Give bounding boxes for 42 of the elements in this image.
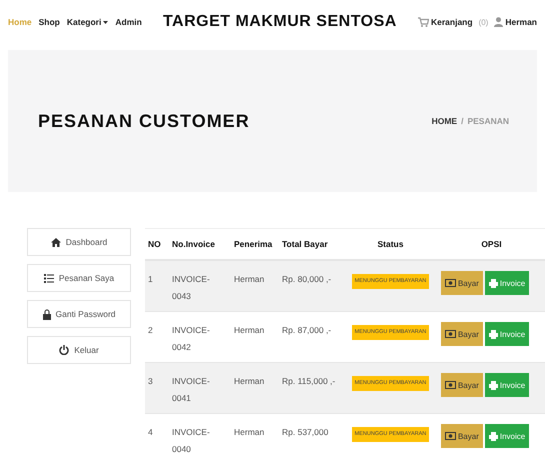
lock-icon: [42, 308, 50, 320]
cash-icon: [444, 381, 456, 389]
sidebar-button[interactable]: Ganti Password: [27, 300, 131, 328]
pay-button[interactable]: Bayar: [440, 373, 483, 397]
table-cell: 1: [145, 260, 169, 312]
table-cell: INVOICE-0041: [169, 362, 231, 414]
table-cell: Rp. 115,000 ,-: [279, 362, 343, 414]
pay-button[interactable]: Bayar: [440, 424, 483, 448]
pay-button[interactable]: Bayar: [440, 271, 483, 295]
sidebar-button[interactable]: Keluar: [27, 336, 131, 364]
list-icon: [44, 274, 54, 282]
user-icon: [494, 17, 504, 27]
user-link[interactable]: Herman: [494, 17, 537, 27]
breadcrumb-link[interactable]: HOME: [432, 116, 458, 126]
table-cell: Rp. 80,000 ,-: [279, 260, 343, 312]
breadcrumb-separator: /: [461, 116, 464, 126]
cart-count: (0): [478, 18, 488, 26]
table-cell: Herman: [231, 414, 279, 464]
power-icon: [59, 345, 70, 355]
breadcrumb-current: PESANAN: [467, 116, 509, 126]
table-cell: 4: [145, 414, 169, 464]
pay-button[interactable]: Bayar: [440, 322, 483, 346]
sidebar-button[interactable]: Pesanan Saya: [27, 264, 131, 292]
table-cell: Rp. 537,000: [279, 414, 343, 464]
cash-icon: [444, 279, 456, 287]
cash-icon: [444, 432, 456, 440]
table-cell: 3: [145, 362, 169, 414]
sidebar-button[interactable]: Dashboard: [27, 228, 131, 256]
table-cell: INVOICE-0040: [169, 414, 231, 464]
caret-icon: [103, 20, 108, 24]
table-cell: Herman: [231, 362, 279, 414]
page-title: PESANAN CUSTOMER: [38, 110, 250, 132]
cart-link[interactable]: Keranjang: [418, 17, 473, 27]
brand-title: TARGET MAKMUR SENTOSA: [162, 13, 398, 31]
table-cell: INVOICE-0043: [169, 260, 231, 312]
nav-dropdown[interactable]: Kategori: [66, 17, 108, 27]
cash-icon: [444, 330, 456, 338]
nav-link[interactable]: Admin: [115, 17, 142, 27]
home-icon: [50, 238, 61, 246]
table-cell: Herman: [231, 260, 279, 312]
nav-link[interactable]: Shop: [38, 17, 60, 27]
cart-icon: [418, 17, 429, 27]
